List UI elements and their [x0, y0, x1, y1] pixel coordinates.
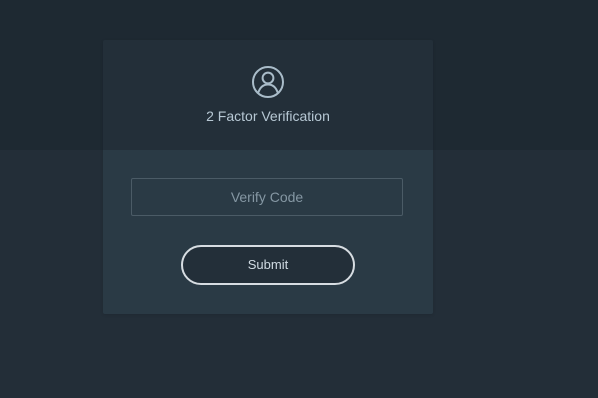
submit-button[interactable]: Submit — [181, 245, 355, 285]
user-circle-icon — [252, 66, 284, 98]
card-body — [103, 150, 433, 314]
verify-code-input[interactable] — [131, 178, 403, 216]
page-title: 2 Factor Verification — [206, 108, 330, 124]
two-factor-card: 2 Factor Verification Submit — [103, 40, 433, 314]
